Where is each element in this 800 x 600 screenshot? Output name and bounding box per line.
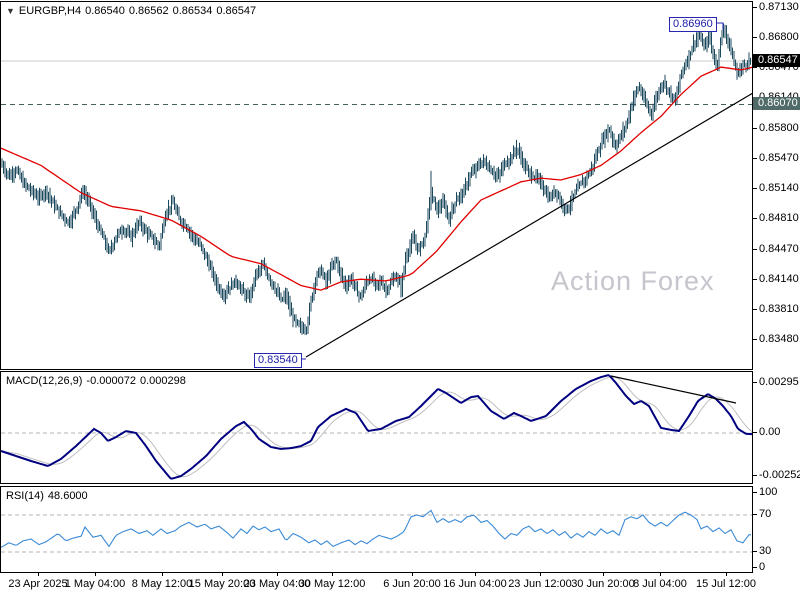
symbol-ohlc-caption: ▼ EURGBP,H4 0.86540 0.86562 0.86534 0.86547 [6,5,260,17]
axis-tick-mark [753,475,757,476]
macd-name: MACD(12,26,9) [6,375,83,387]
price-tick-label: 0.86800 [759,31,799,43]
date-tick-mark [603,573,604,576]
date-tick-mark [332,573,333,576]
close-value: 0.86547 [216,5,257,17]
date-label: 8 May 12:00 [131,578,193,590]
rising-trendline[interactable] [305,90,752,358]
watermark: Action Forex [551,266,715,296]
high-price-callout[interactable]: 0.86960 [669,17,717,32]
level-price-tag: 0.86070 [753,97,800,110]
low-value: 0.86534 [172,5,213,17]
low-price-callout[interactable]: 0.83540 [254,353,302,368]
price-tick-label: 0.87130 [759,1,799,13]
macd-signal-value: 0.000298 [139,375,186,387]
price-axis[interactable]: 0.871300.868000.864700.861400.858000.854… [753,0,800,573]
macd-main-value: -0.000072 [86,375,136,387]
price-tick-label: 0.84470 [759,243,799,255]
rsi-name: RSI(14) [6,490,44,502]
date-label: 1 May 04:00 [64,578,126,590]
date-label: 16 Jun 04:00 [443,578,507,590]
price-tick-label: 0.85140 [759,182,799,194]
macd-tick-label: -0.002529 [759,469,800,481]
axis-tick-mark [753,7,757,8]
date-tick-mark [222,573,223,576]
date-tick-mark [660,573,661,576]
date-tick-mark [412,573,413,576]
price-tick-label: 0.84810 [759,212,799,224]
price-chart-canvas[interactable] [1,2,752,369]
axis-tick-mark [753,158,757,159]
symbol-dropdown-icon[interactable]: ▼ [6,6,15,16]
axis-tick-mark [753,339,757,340]
axis-tick-mark [753,37,757,38]
rsi-value: 48.6000 [47,490,88,502]
rsi-canvas[interactable] [1,487,752,572]
rsi-indicator-panel[interactable]: RSI(14) 48.6000 [0,486,753,573]
price-tick-label: 0.83480 [759,333,799,345]
date-tick-mark [162,573,163,576]
axis-tick-mark [753,218,757,219]
date-tick-mark [475,573,476,576]
date-tick-mark [95,573,96,576]
macd-canvas[interactable] [1,372,752,483]
date-tick-mark [540,573,541,576]
trading-chart-window: Action Forex ▼ EURGBP,H4 0.86540 0.86562 0.8… [0,0,800,600]
rsi-line [1,509,751,548]
price-tick-label: 0.83810 [759,303,799,315]
macd-signal-line [1,376,752,478]
axis-tick-mark [753,128,757,129]
rsi-tick-label: 0 [759,561,766,573]
price-chart-panel[interactable]: Action Forex ▼ EURGBP,H4 0.86540 0.86562 0.8… [0,1,753,370]
macd-caption: MACD(12,26,9) -0.000072 0.000298 [6,375,190,387]
rsi-tick-label: 70 [759,508,772,520]
axis-tick-mark [753,249,757,250]
axis-tick-mark [753,188,757,189]
axis-tick-mark [753,492,757,493]
date-label: 23 Apr 2025 [8,578,68,590]
date-label: 30 May 12:00 [298,578,366,590]
axis-tick-mark [753,432,757,433]
date-tick-mark [38,573,39,576]
high-value: 0.86562 [128,5,169,17]
axis-tick-mark [753,279,757,280]
axis-tick-mark [753,382,757,383]
current-price-tag: 0.86547 [753,54,800,67]
time-axis[interactable]: 23 Apr 2025 1 May 04:00 8 May 12:00 15 May … [0,573,800,600]
axis-tick-mark [753,309,757,310]
date-label: 23 Jun 12:00 [508,578,572,590]
macd-indicator-panel[interactable]: MACD(12,26,9) -0.000072 0.000298 [0,371,753,484]
date-tick-mark [277,573,278,576]
date-tick-mark [726,573,727,576]
rsi-caption: RSI(14) 48.6000 [6,490,92,502]
price-tick-label: 0.85470 [759,152,799,164]
macd-tick-label: 0.00 [759,426,781,438]
rsi-tick-label: 100 [759,486,778,498]
axis-tick-mark [753,514,757,515]
price-tick-label: 0.85800 [759,122,799,134]
axis-tick-mark [753,567,757,568]
date-label: 6 Jun 20:00 [383,578,441,590]
symbol-label: EURGBP,H4 [18,5,82,17]
date-label: 15 Jul 12:00 [696,578,756,590]
macd-tick-label: 0.00295 [759,376,799,388]
open-value: 0.86540 [85,5,125,17]
rsi-tick-label: 30 [759,545,772,557]
date-label: 30 Jun 20:00 [571,578,635,590]
axis-tick-mark [753,551,757,552]
axis-tick-mark [753,67,757,68]
moving-average-line [1,66,752,291]
price-tick-label: 0.84140 [759,273,799,285]
date-label: 8 Jul 04:00 [633,578,687,590]
